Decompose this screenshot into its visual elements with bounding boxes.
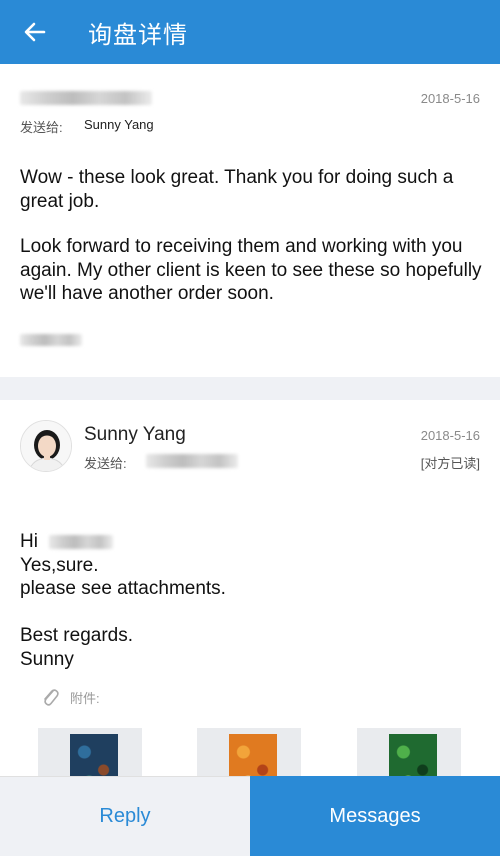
message-date: 2018-5-16 — [420, 428, 480, 443]
recipient-name-redacted — [49, 534, 114, 549]
back-button[interactable] — [0, 0, 70, 64]
closing-line: Sunny — [20, 648, 74, 670]
attachments-header: 附件: — [40, 686, 100, 708]
paperclip-icon — [44, 689, 59, 706]
send-to-label: 发送给: — [20, 120, 63, 135]
recipient-name: Sunny Yang — [84, 117, 154, 132]
message-paragraph: Look forward to receiving them and worki… — [20, 236, 482, 304]
message-date: 2018-5-16 — [420, 91, 480, 106]
attachments-label: 附件: — [70, 690, 100, 706]
sender-name: Sunny Yang — [84, 424, 186, 445]
recipient-name-redacted — [146, 454, 238, 468]
read-status: [对方已读] — [420, 456, 480, 471]
message-divider — [0, 377, 500, 400]
messages-button[interactable]: Messages — [250, 776, 500, 856]
message-line: Yes,sure. — [20, 554, 99, 576]
person-avatar-icon — [21, 421, 71, 471]
reply-button[interactable]: Reply — [0, 776, 250, 856]
avatar — [20, 420, 72, 472]
message-body: Hi Yes,sure. please see attachments. Bes… — [20, 530, 485, 671]
bottom-action-bar: Reply Messages — [0, 776, 500, 856]
message-line: please see attachments. — [20, 578, 226, 599]
arrow-left-icon — [24, 22, 46, 42]
app-header: 询盘详情 — [0, 0, 500, 64]
send-to-label: 发送给: — [84, 456, 127, 471]
message-paragraph: Wow - these look great. Thank you for do… — [20, 167, 454, 212]
greeting-line: Hi — [20, 530, 485, 554]
signature-redacted — [20, 334, 82, 346]
sender-name-redacted — [20, 91, 152, 105]
message-body: Wow - these look great. Thank you for do… — [20, 166, 485, 328]
page-title: 询盘详情 — [88, 20, 188, 49]
closing-line: Best regards. — [20, 625, 133, 646]
greeting: Hi — [20, 531, 38, 552]
message-card-received: 2018-5-16 发送给: Sunny Yang Wow - these lo… — [0, 64, 500, 377]
